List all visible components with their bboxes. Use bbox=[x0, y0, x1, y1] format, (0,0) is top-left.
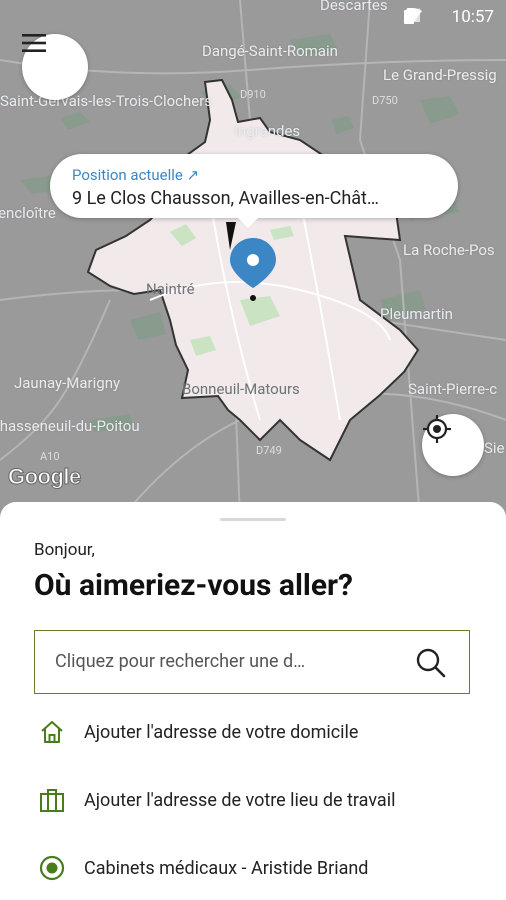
map-label-bonneuil: Bonneuil-Matours bbox=[182, 380, 300, 398]
menu-button[interactable] bbox=[22, 34, 88, 100]
status-bar: 10:57 bbox=[0, 0, 506, 34]
map-view[interactable]: Descartes Dangé-Saint-Romain Le Grand-Pr… bbox=[0, 0, 506, 520]
greeting-text: Bonjour, bbox=[34, 540, 95, 560]
map-label-roche-posay: La Roche-Pos bbox=[403, 241, 495, 259]
search-icon[interactable] bbox=[415, 647, 447, 683]
add-home-address-label: Ajouter l'adresse de votre domicile bbox=[84, 721, 359, 743]
map-label-jaunay: Jaunay-Marigny bbox=[14, 374, 121, 392]
destination-search-field[interactable]: Cliquez pour rechercher une d… bbox=[34, 630, 470, 694]
destination-question: Où aimeriez-vous aller? bbox=[34, 568, 353, 603]
map-label-dange: Dangé-Saint-Romain bbox=[202, 42, 338, 60]
place-icon bbox=[38, 854, 66, 882]
road-label-d749: D749 bbox=[256, 444, 282, 457]
recent-place-label: Cabinets médicaux - Aristide Briand bbox=[84, 857, 369, 879]
map-label-sie: Sie bbox=[484, 439, 505, 457]
search-placeholder: Cliquez pour rechercher une d… bbox=[55, 651, 306, 672]
current-position-bubble[interactable]: Position actuelle ↗ 9 Le Clos Chausson, … bbox=[50, 154, 458, 228]
add-work-address-item[interactable]: Ajouter l'adresse de votre lieu de trava… bbox=[38, 786, 395, 814]
status-time: 10:57 bbox=[451, 7, 494, 27]
map-label-saint-pierre: Saint-Pierre-c bbox=[408, 380, 498, 398]
add-home-address-item[interactable]: Ajouter l'adresse de votre domicile bbox=[38, 718, 358, 746]
home-icon bbox=[38, 718, 66, 746]
current-position-label: Position actuelle ↗ bbox=[72, 166, 200, 184]
add-work-address-label: Ajouter l'adresse de votre lieu de trava… bbox=[84, 789, 396, 811]
map-label-ingrandes: Ingrandes bbox=[234, 122, 301, 140]
map-label-grand-pressigny: Le Grand-Pressig bbox=[383, 66, 497, 84]
drag-handle[interactable] bbox=[220, 518, 286, 521]
map-label-saint-gervais: Saint-Gervais-les-Trois-Clochers bbox=[0, 92, 213, 110]
current-position-address: 9 Le Clos Chausson, Availles-en-Chât… bbox=[72, 188, 379, 209]
my-location-button[interactable] bbox=[422, 414, 484, 476]
road-label-a10: A10 bbox=[40, 450, 60, 463]
map-label-lencloitre: Lencloître bbox=[0, 204, 56, 222]
google-logo: Google bbox=[8, 464, 82, 490]
road-label-d750: D750 bbox=[372, 94, 398, 107]
bottom-sheet: Bonjour, Où aimeriez-vous aller? Cliquez… bbox=[0, 502, 506, 900]
map-label-chasseneuil: Chasseneuil-du-Poitou bbox=[0, 417, 140, 435]
recent-place-item[interactable]: Cabinets médicaux - Aristide Briand bbox=[38, 854, 368, 882]
map-label-naintre: Naintré bbox=[146, 280, 195, 298]
map-label-pleumartin: Pleumartin bbox=[380, 305, 453, 323]
road-label-d910: D910 bbox=[240, 88, 266, 101]
briefcase-icon bbox=[38, 786, 66, 814]
